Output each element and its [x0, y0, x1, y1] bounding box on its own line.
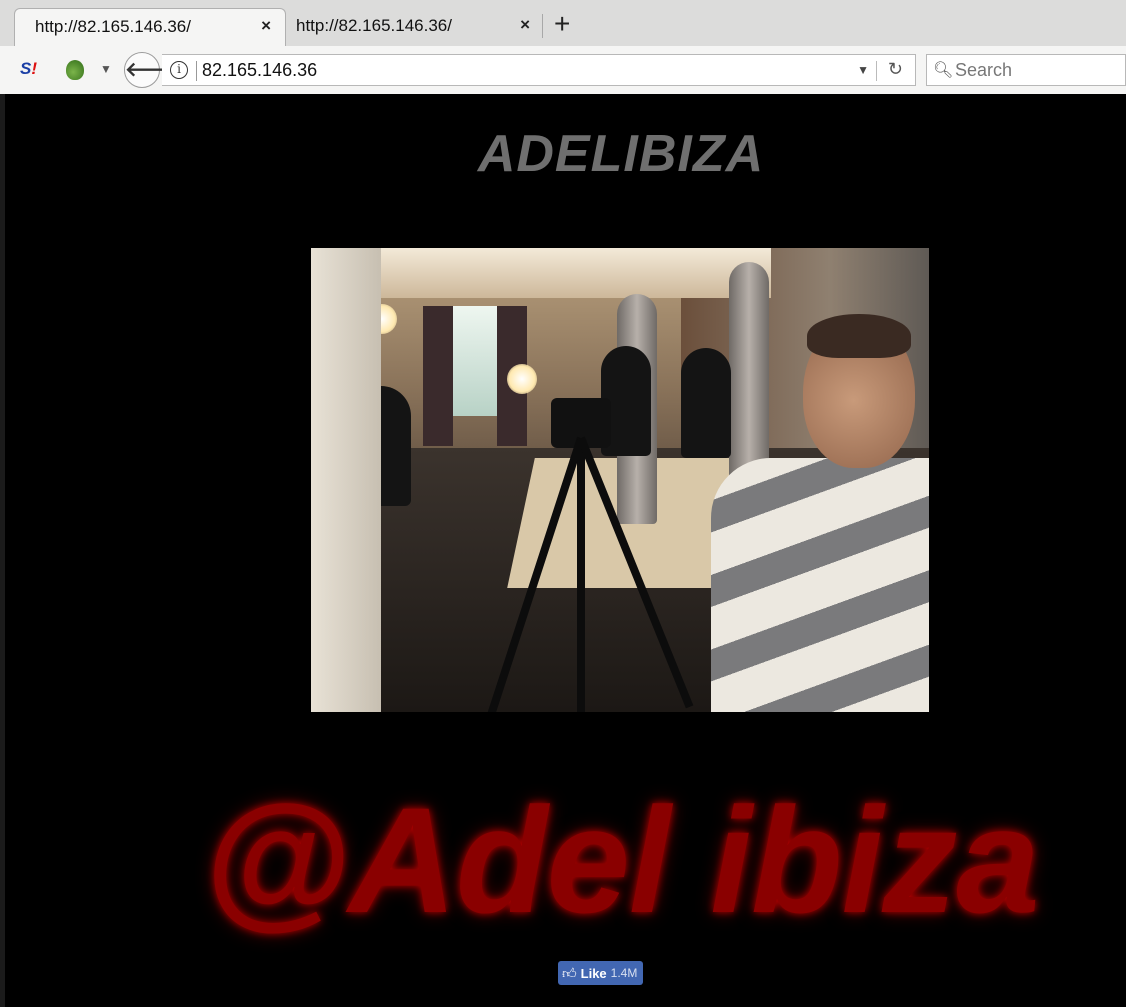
- extension-s-icon[interactable]: S!: [20, 59, 37, 79]
- url-divider: [196, 61, 197, 81]
- browser-chrome: http://82.165.146.36/ × http://82.165.14…: [0, 0, 1126, 94]
- url-divider: [876, 61, 877, 81]
- facebook-like-button[interactable]: 👍︎ Like 1.4M: [558, 961, 644, 985]
- photo-light: [507, 364, 537, 394]
- hero-photo: [311, 248, 929, 712]
- tab-title: http://82.165.146.36/: [296, 16, 452, 35]
- chevron-down-icon[interactable]: ▼: [100, 62, 112, 76]
- tripod-leg: [577, 438, 585, 712]
- social-handle: @Adel ibiza: [203, 776, 1039, 944]
- info-icon[interactable]: i: [170, 61, 188, 79]
- chevron-down-icon[interactable]: ▼: [857, 63, 869, 77]
- extension-s-letter: S: [20, 59, 32, 78]
- search-icon: 🔍︎: [933, 62, 954, 79]
- page-title: ADELIBIZA: [477, 125, 765, 183]
- tab-bar: http://82.165.146.36/ × http://82.165.14…: [0, 0, 1126, 46]
- reload-icon[interactable]: ↻: [888, 59, 903, 80]
- search-input[interactable]: [955, 58, 1121, 82]
- photo-tripod: [487, 398, 694, 712]
- new-tab-button[interactable]: +: [554, 8, 570, 40]
- nav-bar: S! ▼ 🡐 i 82.165.146.36 ▼ ↻ 🔍︎: [0, 46, 1126, 94]
- thumbs-up-icon: 👍︎: [562, 964, 577, 981]
- like-count: 1.4M: [610, 966, 638, 980]
- search-bar[interactable]: 🔍︎: [926, 54, 1126, 86]
- photo-window: [453, 306, 497, 416]
- photo-column: [311, 248, 381, 712]
- photo-curtain: [423, 306, 453, 446]
- url-text[interactable]: 82.165.146.36: [202, 60, 317, 81]
- close-icon[interactable]: ×: [261, 16, 271, 36]
- back-button[interactable]: 🡐: [124, 52, 179, 88]
- photo-hair: [807, 314, 911, 358]
- tor-onion-icon[interactable]: [66, 60, 84, 80]
- tab-divider: [542, 14, 543, 38]
- like-label: Like: [580, 965, 607, 981]
- close-icon[interactable]: ×: [520, 15, 530, 35]
- photo-selfie-person: [651, 314, 929, 712]
- extension-s-mark: !: [31, 59, 38, 78]
- tab-title: http://82.165.146.36/: [35, 17, 191, 36]
- photo-sweater: [711, 458, 929, 712]
- tab-inactive[interactable]: http://82.165.146.36/ ×: [286, 8, 542, 46]
- page-content: ADELIBIZA @Adel ibiza 👍︎ Like 1.4M: [5, 94, 1126, 1007]
- photo-ceiling: [351, 248, 771, 298]
- tab-active[interactable]: http://82.165.146.36/ ×: [14, 8, 286, 46]
- url-bar[interactable]: i 82.165.146.36 ▼ ↻: [162, 54, 916, 86]
